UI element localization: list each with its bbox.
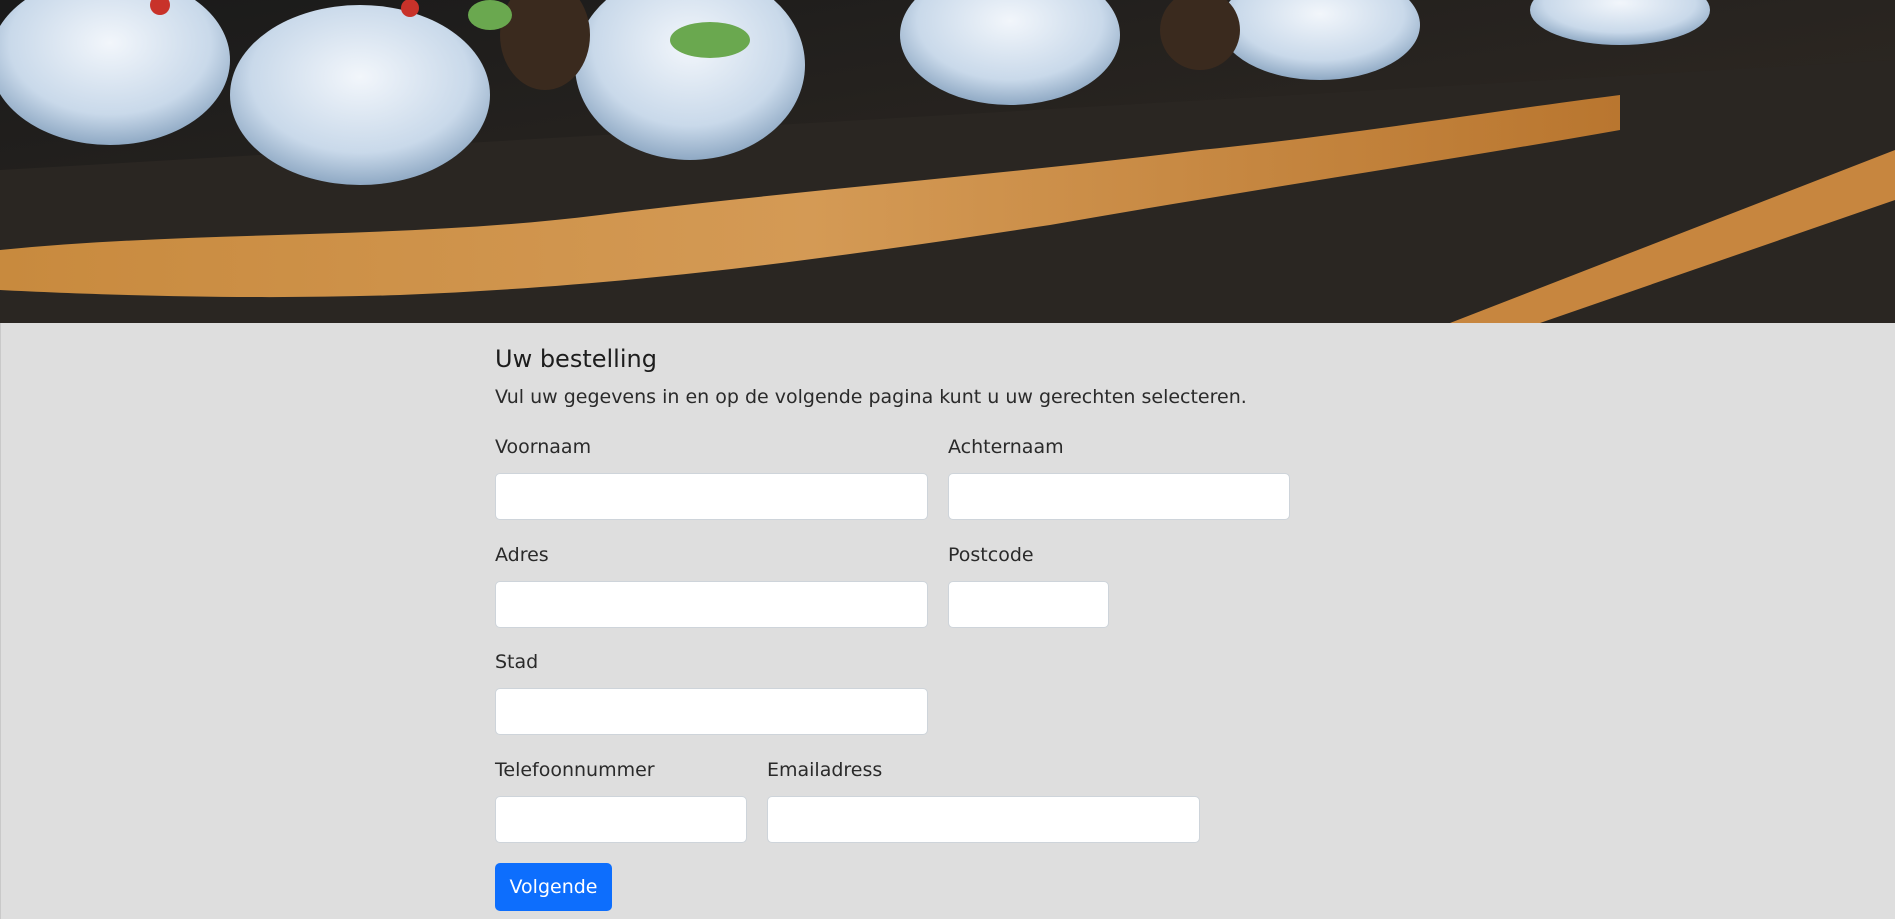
telefoonnummer-label: Telefoonnummer (495, 759, 655, 781)
page-border (0, 323, 1, 919)
postcode-input[interactable] (948, 581, 1109, 628)
stad-label: Stad (495, 651, 539, 673)
voornaam-input[interactable] (495, 473, 928, 520)
page-title: Uw bestelling (495, 345, 657, 373)
telefoonnummer-input[interactable] (495, 796, 747, 843)
next-button[interactable]: Volgende (495, 863, 612, 911)
postcode-label: Postcode (948, 544, 1034, 566)
achternaam-label: Achternaam (948, 436, 1064, 458)
adres-input[interactable] (495, 581, 928, 628)
page-subtitle: Vul uw gegevens in en op de volgende pag… (495, 386, 1247, 408)
stad-input[interactable] (495, 688, 928, 735)
emailadress-input[interactable] (767, 796, 1200, 843)
adres-label: Adres (495, 544, 549, 566)
voornaam-label: Voornaam (495, 436, 592, 458)
achternaam-input[interactable] (948, 473, 1290, 520)
emailadress-label: Emailadress (767, 759, 883, 781)
sushi-banner-image (0, 0, 1895, 323)
